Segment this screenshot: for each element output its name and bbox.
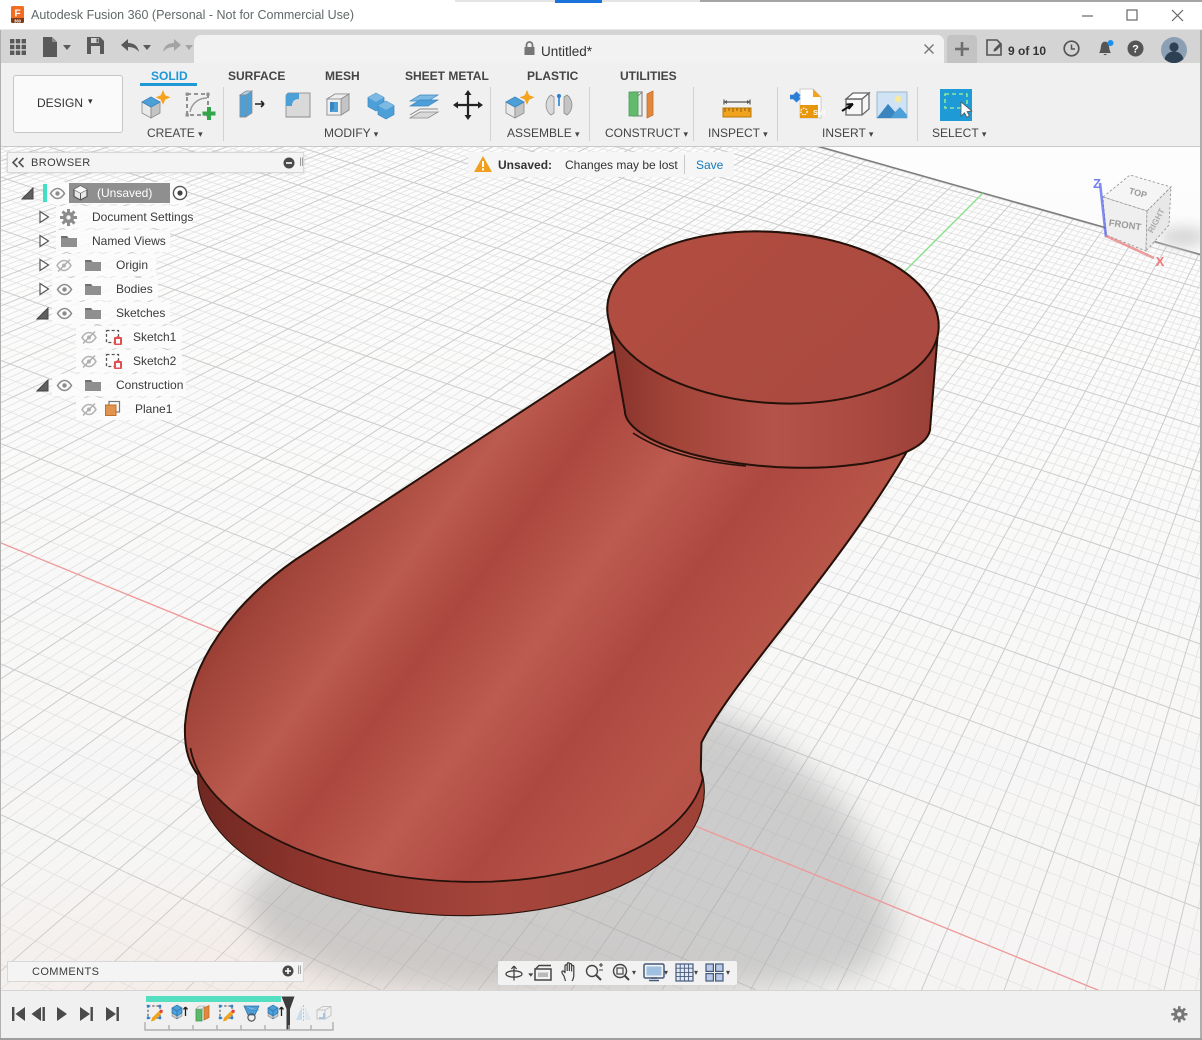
svg-text:?: ? xyxy=(1132,44,1139,56)
svg-text:X: X xyxy=(1156,254,1165,269)
svg-text:Z: Z xyxy=(1093,176,1101,191)
svg-text:360: 360 xyxy=(14,18,22,23)
svg-text:SVG: SVG xyxy=(813,108,825,117)
